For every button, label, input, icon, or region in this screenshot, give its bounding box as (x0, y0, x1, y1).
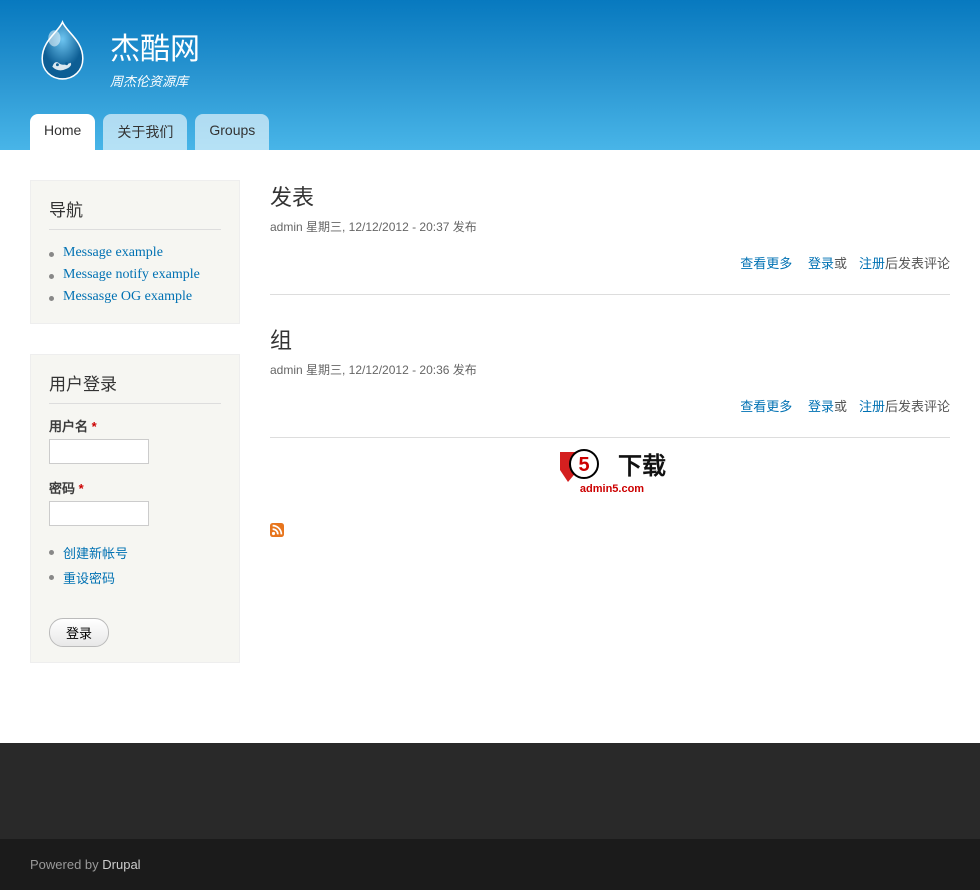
reset-password-link[interactable]: 重设密码 (63, 571, 115, 586)
header-banner: 杰酷网 周杰伦资源库 Home 关于我们 Groups (0, 0, 980, 150)
tab-about[interactable]: 关于我们 (103, 114, 187, 150)
footer-region (0, 743, 980, 839)
svg-text:5: 5 (578, 454, 589, 476)
primary-tabs: Home 关于我们 Groups (30, 114, 269, 150)
or-text: 或 (834, 256, 847, 271)
tab-home[interactable]: Home (30, 114, 95, 150)
article-1: 发表 admin 星期三, 12/12/2012 - 20:37 发布 查看更多… (270, 180, 950, 295)
login-link[interactable]: 登录 (808, 399, 834, 414)
register-link[interactable]: 注册 (859, 256, 885, 271)
password-label: 密码 * (49, 478, 221, 497)
readmore-link[interactable]: 查看更多 (740, 256, 792, 271)
login-block: 用户登录 用户名 * 密码 * 创建新帐号 重设密码 登录 (30, 354, 240, 663)
login-button[interactable]: 登录 (49, 618, 109, 647)
article-2: 组 admin 星期三, 12/12/2012 - 20:36 发布 查看更多 … (270, 323, 950, 438)
footer-bar: Powered by Drupal (0, 839, 980, 890)
login-link[interactable]: 登录 (808, 256, 834, 271)
list-item: 创建新帐号 (49, 540, 221, 565)
article-title[interactable]: 发表 (270, 180, 950, 212)
site-name: 杰酷网 (110, 24, 200, 68)
rss-feed[interactable] (270, 523, 950, 542)
list-item: 重设密码 (49, 565, 221, 590)
create-account-link[interactable]: 创建新帐号 (63, 546, 128, 561)
login-title: 用户登录 (49, 370, 221, 404)
rss-icon (270, 523, 284, 537)
username-input[interactable] (49, 439, 149, 464)
site-slogan: 周杰伦资源库 (110, 71, 200, 90)
powered-text: Powered by (30, 857, 102, 872)
username-label: 用户名 * (49, 416, 221, 435)
nav-title: 导航 (49, 196, 221, 230)
password-input[interactable] (49, 501, 149, 526)
svg-text:下载: 下载 (618, 453, 666, 480)
after-text: 后发表评论 (885, 256, 950, 271)
nav-link-message-og[interactable]: Messasge OG example (63, 289, 192, 304)
drupal-link[interactable]: Drupal (102, 857, 140, 872)
after-text: 后发表评论 (885, 399, 950, 414)
article-meta: admin 星期三, 12/12/2012 - 20:37 发布 (270, 218, 950, 235)
readmore-link[interactable]: 查看更多 (740, 399, 792, 414)
article-meta: admin 星期三, 12/12/2012 - 20:36 发布 (270, 361, 950, 378)
nav-link-message-notify[interactable]: Message notify example (63, 267, 200, 282)
drupal-logo-icon (30, 18, 95, 83)
register-link[interactable]: 注册 (859, 399, 885, 414)
svg-text:admin5.com: admin5.com (580, 483, 644, 495)
nav-link-message-example[interactable]: Message example (63, 245, 163, 260)
main-content: 发表 admin 星期三, 12/12/2012 - 20:37 发布 查看更多… (270, 180, 950, 693)
nav-item: Messasge OG example (49, 286, 221, 308)
navigation-block: 导航 Message example Message notify exampl… (30, 180, 240, 324)
article-title[interactable]: 组 (270, 323, 950, 355)
watermark-logo: 5 下载 admin5.com (270, 448, 950, 505)
nav-item: Message notify example (49, 264, 221, 286)
tab-groups[interactable]: Groups (195, 114, 269, 150)
or-text: 或 (834, 399, 847, 414)
nav-item: Message example (49, 242, 221, 264)
